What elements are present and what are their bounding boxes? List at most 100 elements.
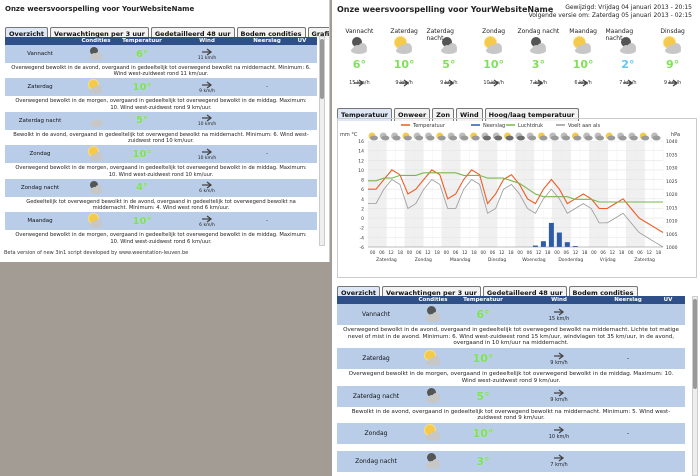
- x-hour-tick: 00: [481, 250, 487, 256]
- sun-cloud-icon: [605, 132, 616, 141]
- sun-cloud-icon: [88, 213, 104, 229]
- row-label: Zaterdag nacht: [352, 392, 400, 400]
- row-label: Zaterdag nacht: [18, 117, 62, 124]
- x-hour-tick: 00: [407, 250, 413, 256]
- cloud-icon: [413, 132, 424, 141]
- sun-cloud-icon: [571, 132, 582, 141]
- x-hour-tick: 12: [388, 250, 394, 256]
- row-label: Zaterdag: [27, 84, 53, 91]
- cloud-icon: [425, 132, 435, 141]
- y-left-tick: 6: [361, 187, 364, 193]
- row-wind: 9 km/h: [515, 389, 603, 403]
- wind-arrow-icon: [443, 72, 455, 87]
- row-label: Zaterdag: [362, 355, 390, 363]
- precipitation-bar: [556, 232, 562, 247]
- x-hour-tick: 00: [628, 250, 634, 256]
- row-description: Overwegend bewolkt in de morgen, overgaa…: [337, 370, 685, 386]
- row-label: Maandag: [27, 218, 53, 225]
- x-hour-tick: 18: [434, 250, 440, 256]
- x-hour-tick: 06: [453, 250, 459, 256]
- x-hour-tick: 12: [646, 250, 652, 256]
- y-left-tick: 8: [361, 178, 364, 184]
- y-left-tick: 4: [361, 197, 364, 203]
- row-description: Overwegend bewolkt in de morgen, overgaa…: [5, 164, 317, 179]
- sun-cloud-icon: [484, 36, 504, 56]
- wind-arrow-icon: [532, 72, 544, 87]
- row-wind: 6 km/h: [167, 215, 247, 228]
- row-description: Bewolkt in de avond, overgaand in gedeel…: [5, 130, 317, 146]
- x-hour-tick: 18: [582, 250, 588, 256]
- left-scroll-thumb[interactable]: [320, 39, 324, 99]
- day-forecast: Zaterdag nacht 5° 9 km/h: [427, 28, 472, 94]
- wind-arrow-icon: [553, 389, 565, 397]
- wind-speed: 10 km/h: [197, 155, 217, 161]
- row-description: Gedeeltelijk tot overwegend bewolkt in d…: [5, 197, 317, 213]
- sun-cloud-icon: [470, 132, 480, 141]
- wind-speed: 9 km/h: [199, 88, 215, 94]
- y-right-label: hPa: [671, 132, 680, 138]
- row-wind: 9 km/h: [167, 81, 247, 94]
- day-forecast: Zondag nacht 3° 7 km/h: [516, 28, 561, 94]
- day-name: Zaterdag: [390, 28, 418, 35]
- day-temperature: 6°: [352, 58, 366, 71]
- row-temperature: 5°: [136, 115, 148, 127]
- x-hour-tick: 06: [600, 250, 606, 256]
- wind-arrow-icon: [201, 114, 213, 122]
- desktop: Onze weersvoorspelling voor YourWebsiteN…: [0, 0, 700, 476]
- legend-label: Luchtdruk: [518, 123, 543, 129]
- y-right-tick: 1015: [666, 205, 678, 211]
- x-hour-tick: 12: [425, 250, 431, 256]
- day-name: Dinsdag: [660, 28, 685, 35]
- left-forecast-table: Condities Temperatuur Wind Neerslag UV Vannac…: [5, 37, 317, 246]
- x-hour-tick: 00: [370, 250, 376, 256]
- row-description: Overwegend bewolkt in de morgen, overgaa…: [5, 97, 317, 112]
- x-hour-tick: 12: [462, 250, 468, 256]
- legend-label: Neerslag: [483, 123, 505, 129]
- night-cloud-icon: [424, 452, 442, 470]
- night-cloud-icon: [349, 36, 369, 56]
- row-temperature: 10°: [132, 148, 152, 160]
- row-temperature: 4°: [136, 182, 148, 194]
- x-hour-tick: 18: [471, 250, 477, 256]
- table-row: Zaterdag 10° 9 km/h -: [337, 348, 685, 371]
- row-description: Overwegend bewolkt in de morgen, overgaa…: [5, 231, 317, 246]
- left-scrollbar[interactable]: [319, 36, 325, 246]
- left-credit: Beta version of new 3in1 script develope…: [4, 250, 189, 256]
- cloud-icon: [391, 132, 401, 141]
- day-forecast: Vannacht 6° 15 km/h: [337, 28, 382, 94]
- y-right-tick: 1035: [666, 152, 678, 158]
- x-day-tick: Donderdag: [558, 257, 583, 263]
- x-hour-tick: 00: [554, 250, 560, 256]
- right-forecast-table: Condities Temperatuur Wind Neerslag UV Vannac…: [337, 296, 685, 476]
- sun-cloud-icon: [424, 350, 442, 368]
- y-left-tick: 2: [361, 206, 364, 212]
- y-left-tick: 12: [358, 158, 364, 164]
- cloud-icon: [447, 132, 458, 141]
- y-left-tick: 16: [358, 139, 364, 145]
- sun-cloud-icon: [573, 36, 593, 56]
- x-hour-tick: 06: [416, 250, 422, 256]
- wind-arrow-icon: [622, 72, 634, 87]
- wind-arrow-icon: [577, 72, 589, 87]
- right-scroll-thumb[interactable]: [693, 299, 697, 389]
- wind-arrow-icon: [201, 181, 213, 189]
- row-label: Zondag: [29, 151, 51, 158]
- column-header: Neerslag: [253, 38, 281, 44]
- x-day-tick: Vrijdag: [600, 257, 616, 263]
- day-name: Vannacht: [345, 28, 374, 35]
- table-row: Zaterdag 10° 9 km/h -: [5, 78, 317, 98]
- right-scrollbar[interactable]: [692, 296, 698, 476]
- table-row: Vannacht 6° 11 km/h: [5, 45, 317, 64]
- day-forecast: Maandag 10° 6 km/h: [561, 28, 606, 94]
- forecast-chart: Temperatuur Neerslag Luchtdruk Voelt aan al…: [337, 118, 697, 278]
- cloud-icon: [379, 132, 390, 141]
- x-day-tick: Dinsdag: [488, 257, 507, 263]
- row-temperature: 10°: [472, 352, 494, 366]
- x-hour-tick: 12: [573, 250, 579, 256]
- sun-cloud-icon: [639, 132, 650, 141]
- table-row: Zaterdag nacht 5° 10 km/h: [5, 111, 317, 131]
- day-temperature: 10°: [572, 58, 594, 71]
- sun-cloud-icon: [402, 132, 412, 141]
- x-hour-tick: 06: [490, 250, 496, 256]
- row-precipitation: -: [266, 84, 268, 91]
